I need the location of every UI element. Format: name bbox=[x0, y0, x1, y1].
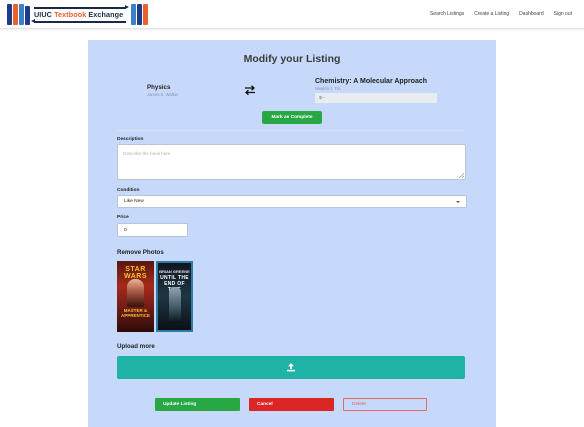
upload-button[interactable] bbox=[117, 356, 465, 379]
requested-book-title: Chemistry: A Molecular Approach bbox=[315, 78, 428, 85]
description-label: Description bbox=[117, 137, 144, 142]
upload-icon bbox=[287, 363, 295, 372]
logo-book-icon bbox=[131, 4, 136, 25]
chevron-down-icon bbox=[456, 201, 460, 203]
logo-book-icon bbox=[137, 4, 142, 25]
condition-select[interactable]: Like New bbox=[117, 195, 467, 208]
nav-dashboard[interactable]: Dashboard bbox=[519, 11, 543, 17]
logo-book-icon bbox=[143, 4, 148, 25]
photo-cover-subtitle: MASTER & APPRENTICE bbox=[120, 308, 150, 318]
delete-button[interactable]: Delete bbox=[343, 398, 427, 411]
cover-figure-image bbox=[127, 279, 144, 307]
mark-complete-button[interactable]: Mark as Complete bbox=[262, 111, 322, 124]
requested-price-input[interactable] bbox=[315, 93, 437, 103]
photo-cover-title: STAR WARS bbox=[124, 266, 147, 280]
description-placeholder: Describe the book here bbox=[123, 151, 171, 156]
remove-photos-heading: Remove Photos bbox=[117, 249, 164, 256]
cover-figure-image bbox=[169, 287, 181, 323]
offered-book-title: Physics bbox=[147, 84, 171, 91]
nav-search-listings[interactable]: Search Listings bbox=[430, 11, 464, 17]
condition-value: Like New bbox=[124, 199, 144, 204]
swap-arrows-icon bbox=[244, 83, 256, 96]
cancel-button[interactable]: Cancel bbox=[249, 398, 334, 411]
logo-book-icon bbox=[7, 4, 12, 25]
requested-book: Chemistry: A Molecular Approach Nivaldo … bbox=[315, 78, 427, 91]
nav-links: Search Listings Create a Listing Dashboa… bbox=[430, 11, 572, 17]
offered-book-author: James S. Walker bbox=[147, 92, 179, 97]
page-title: Modify your Listing bbox=[243, 53, 341, 65]
site-logo[interactable]: UIUC Textbook Exchange bbox=[7, 2, 152, 27]
price-input[interactable]: 0 bbox=[117, 223, 188, 237]
condition-label: Condition bbox=[117, 188, 140, 193]
divider bbox=[117, 130, 466, 131]
price-label: Price bbox=[117, 215, 129, 220]
upload-more-heading: Upload more bbox=[117, 343, 155, 350]
photo-thumbnail[interactable]: STAR WARS MASTER & APPRENTICE bbox=[117, 261, 154, 332]
photo-cover-author: BRIAN GREENE bbox=[159, 269, 190, 274]
logo-book-icon bbox=[19, 4, 24, 25]
photo-thumbnail[interactable]: BRIAN GREENE UNTIL THE END OF TIME bbox=[156, 261, 193, 332]
logo-book-icon bbox=[25, 6, 30, 25]
site-name: UIUC Textbook Exchange bbox=[34, 10, 124, 19]
resize-handle-icon[interactable] bbox=[459, 173, 464, 178]
navbar: UIUC Textbook Exchange Search Listings C… bbox=[0, 0, 584, 29]
logo-arrow-left-icon bbox=[31, 19, 126, 23]
nav-sign-out[interactable]: Sign out bbox=[554, 11, 572, 17]
logo-arrow-right-icon bbox=[34, 5, 129, 9]
update-listing-button[interactable]: Update Listing bbox=[155, 398, 240, 411]
requested-book-author: Nivaldo J. Tro bbox=[315, 86, 341, 91]
description-field[interactable]: Describe the book here bbox=[117, 144, 466, 180]
logo-book-icon bbox=[13, 4, 18, 25]
nav-create-listing[interactable]: Create a Listing bbox=[474, 11, 509, 17]
offered-book: Physics James S. Walker bbox=[147, 84, 179, 97]
